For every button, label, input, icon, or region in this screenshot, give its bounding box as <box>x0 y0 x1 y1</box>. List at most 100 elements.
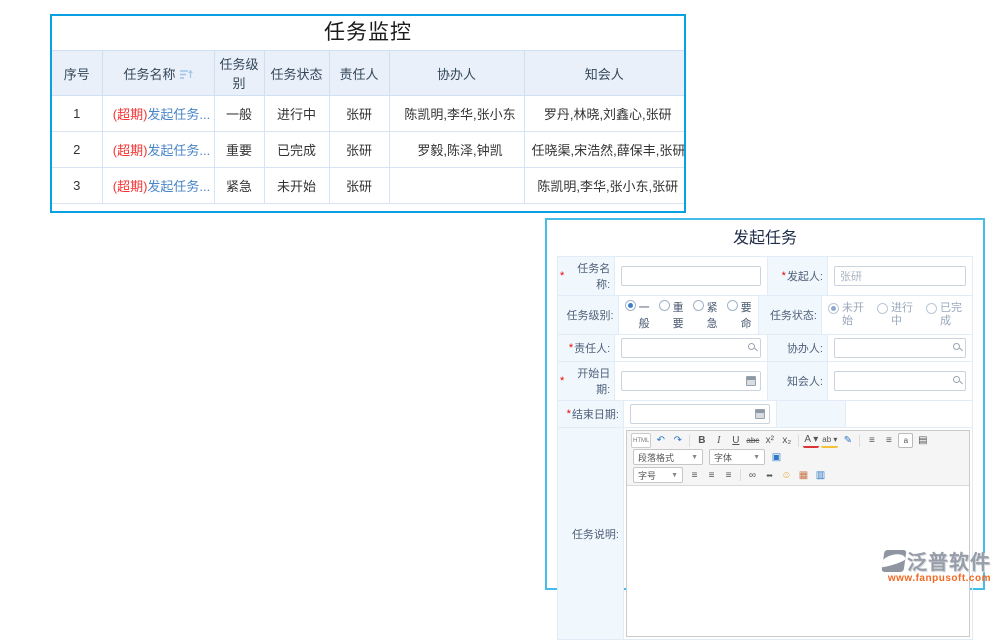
align-right-icon[interactable]: ≡ <box>721 468 736 483</box>
required-asterisk: * <box>567 408 571 420</box>
paste-icon[interactable]: ▤ <box>915 433 930 448</box>
radio-icon[interactable] <box>877 303 888 314</box>
unordered-list-icon[interactable]: ≡ <box>881 433 896 448</box>
search-icon[interactable] <box>748 343 755 350</box>
paragraph-format-dropdown[interactable]: 段落格式▼ <box>633 449 703 465</box>
informed-label: 知会人: <box>767 362 828 400</box>
cell-level: 紧急 <box>214 168 264 204</box>
cell-owner: 张研 <box>329 96 389 132</box>
radio-label: 紧急 <box>707 299 718 331</box>
radio-option-进行中[interactable]: 进行中 <box>877 302 917 327</box>
radio-icon[interactable] <box>659 300 670 311</box>
unlink-icon[interactable]: ∞ <box>762 468 777 483</box>
radio-icon[interactable] <box>727 300 738 311</box>
required-asterisk: * <box>560 270 564 282</box>
align-left-icon[interactable]: ≡ <box>687 468 702 483</box>
start-date-label: *开始日期: <box>558 362 615 400</box>
empty-label-cell <box>776 401 846 427</box>
radio-icon[interactable] <box>693 300 704 311</box>
brand-watermark: 泛普软件 www.fanpusoft.com <box>859 546 991 584</box>
end-date-input[interactable] <box>630 404 770 424</box>
col-informed: 知会人 <box>524 51 684 96</box>
align-center-icon[interactable]: ≡ <box>704 468 719 483</box>
cell-helpers <box>389 168 524 204</box>
search-icon[interactable] <box>953 376 960 383</box>
required-asterisk: * <box>569 342 573 354</box>
sort-icon[interactable] <box>180 68 193 83</box>
col-owner: 责任人 <box>329 51 389 96</box>
calendar-icon[interactable] <box>755 409 765 419</box>
form-row-name: *任务名称: *发起人: <box>558 257 972 296</box>
table-row: 3 (超期)发起任务... 紧急 未开始 张研 陈凯明,李华,张小东,张研 <box>52 168 684 204</box>
helper-label: 协办人: <box>767 335 828 361</box>
initiator-input[interactable] <box>834 266 966 286</box>
rich-text-editor: HTML↶↷BIUabcx²x₂A ▾ab ▾✎≡≡a▤ 段落格式▼ 字体▼ ▣… <box>626 430 970 637</box>
underline-icon[interactable]: U <box>728 433 743 448</box>
radio-option-未开始[interactable]: 未开始 <box>828 302 868 327</box>
fullscreen-icon[interactable]: ▣ <box>769 450 784 465</box>
task-link[interactable]: 发起任务... <box>147 179 210 194</box>
radio-icon[interactable] <box>926 303 937 314</box>
informed-input[interactable] <box>834 371 966 391</box>
media-icon[interactable]: ▥ <box>813 468 828 483</box>
radio-option-重要[interactable]: 重要 <box>659 299 684 331</box>
font-color-icon[interactable]: A ▾ <box>803 434 819 448</box>
end-date-label: *结束日期: <box>558 401 624 427</box>
task-name-input[interactable] <box>621 266 761 286</box>
table-row: 1 (超期)发起任务... 一般 进行中 张研 陈凯明,李华,张小东 罗丹,林晓… <box>52 96 684 132</box>
task-name-label: *任务名称: <box>558 257 615 295</box>
radio-option-一般[interactable]: 一般 <box>625 299 650 331</box>
fanpu-logo-icon <box>881 550 906 572</box>
task-link[interactable]: 发起任务... <box>147 107 210 122</box>
radio-option-已完成[interactable]: 已完成 <box>926 302 966 327</box>
redo-icon[interactable]: ↷ <box>670 433 685 448</box>
owner-input[interactable] <box>621 338 761 358</box>
toolbar-separator <box>740 469 741 481</box>
superscript-icon[interactable]: x² <box>762 433 777 448</box>
cell-seq: 1 <box>52 96 102 132</box>
cell-seq: 3 <box>52 168 102 204</box>
strikethrough-icon[interactable]: abc <box>745 433 760 448</box>
cell-helpers: 陈凯明,李华,张小东 <box>389 96 524 132</box>
radio-label: 进行中 <box>891 302 917 327</box>
format-painter-icon[interactable]: ✎ <box>840 433 855 448</box>
link-icon[interactable]: ∞ <box>745 468 760 483</box>
form-title: 发起任务 <box>547 220 983 256</box>
highlight-color-icon[interactable]: ab ▾ <box>821 434 838 448</box>
bold-icon[interactable]: B <box>694 433 709 448</box>
task-link[interactable]: 发起任务... <box>147 143 210 158</box>
font-size-dropdown[interactable]: 字号▼ <box>633 467 683 483</box>
helper-input[interactable] <box>834 338 966 358</box>
start-date-field <box>615 362 767 400</box>
initiator-label: *发起人: <box>767 257 828 295</box>
font-family-dropdown[interactable]: 字体▼ <box>709 449 765 465</box>
radio-label: 未开始 <box>842 302 868 327</box>
level-radio-group: 一般重要紧急要命 <box>625 299 752 331</box>
toolbar-separator <box>689 435 690 447</box>
chevron-down-icon: ▼ <box>753 454 760 461</box>
brand-name: 泛普软件 <box>907 546 991 575</box>
radio-option-紧急[interactable]: 紧急 <box>693 299 718 331</box>
brand-url: www.fanpusoft.com <box>859 573 991 584</box>
anchor-icon[interactable]: a <box>898 433 913 448</box>
radio-icon[interactable] <box>828 303 839 314</box>
calendar-icon[interactable] <box>746 376 756 386</box>
col-status: 任务状态 <box>264 51 329 96</box>
undo-icon[interactable]: ↶ <box>653 433 668 448</box>
helper-field <box>828 335 972 361</box>
emoticon-icon[interactable]: ☺ <box>779 468 794 483</box>
search-icon[interactable] <box>953 343 960 350</box>
italic-icon[interactable]: I <box>711 433 726 448</box>
start-date-input[interactable] <box>621 371 761 391</box>
radio-icon[interactable] <box>625 300 636 311</box>
ordered-list-icon[interactable]: ≡ <box>864 433 879 448</box>
level-field: 一般重要紧急要命 <box>619 296 758 334</box>
level-label: 任务级别: <box>558 296 619 334</box>
radio-option-要命[interactable]: 要命 <box>727 299 752 331</box>
subscript-icon[interactable]: x₂ <box>779 433 794 448</box>
image-icon[interactable]: ▦ <box>796 468 811 483</box>
source-code-icon[interactable]: HTML <box>631 433 651 448</box>
table-row: 2 (超期)发起任务... 重要 已完成 张研 罗毅,陈泽,钟凯 任晓渠,宋浩然… <box>52 132 684 168</box>
form-row-level-status: 任务级别: 一般重要紧急要命 任务状态: 未开始进行中已完成 <box>558 296 972 335</box>
task-monitor-panel: 任务监控 序号 任务名称 任务级别 任务状态 责任人 协办人 知会人 1 (超期… <box>50 14 686 213</box>
